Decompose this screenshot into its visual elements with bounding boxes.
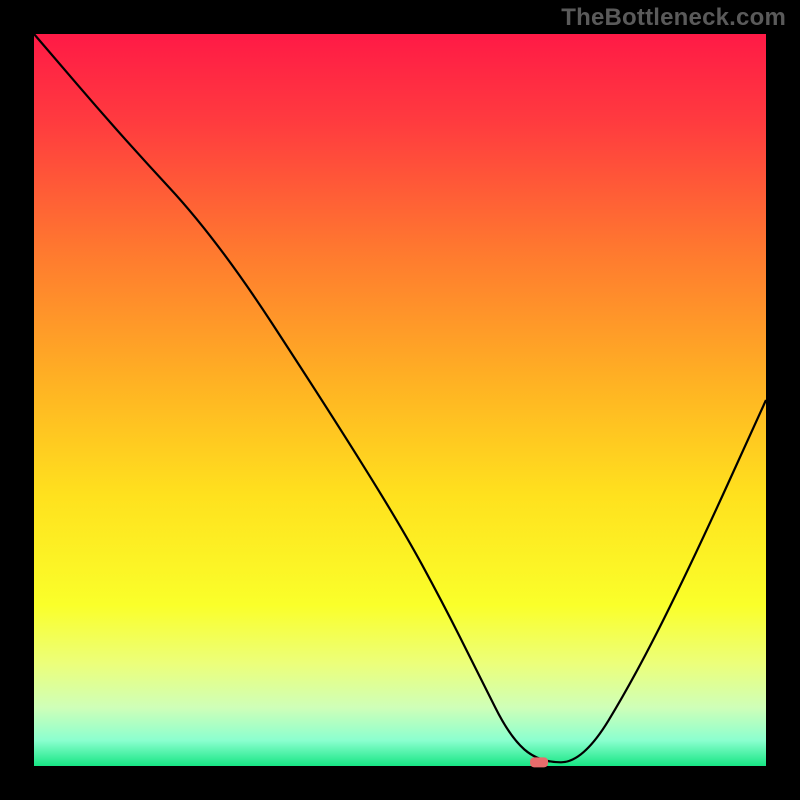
plot-background	[34, 34, 766, 766]
bottleneck-chart	[0, 0, 800, 800]
optimal-marker	[530, 757, 548, 767]
chart-frame: TheBottleneck.com	[0, 0, 800, 800]
